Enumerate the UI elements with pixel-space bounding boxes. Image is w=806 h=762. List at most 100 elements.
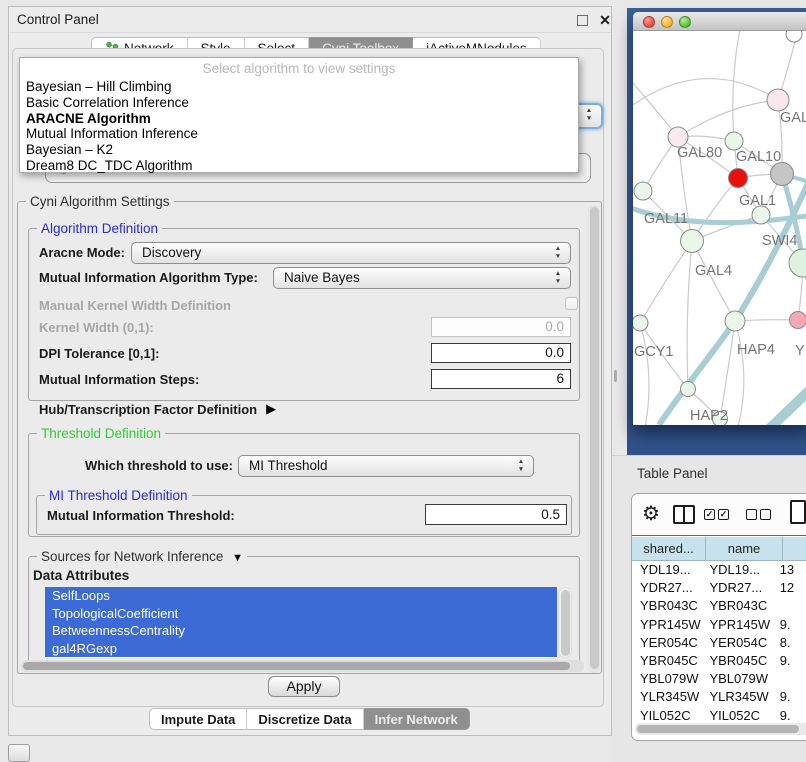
scrollbar-thumb[interactable] [561, 590, 570, 656]
mi-steps-field[interactable]: 6 [431, 369, 571, 389]
attribute-item[interactable]: gal4RGexp [45, 640, 557, 658]
table-row[interactable]: YDL19...YDL19...13 [632, 561, 806, 579]
cyni-bottom-tabs: Impute Data Discretize DataInfer Network [149, 708, 470, 730]
network-node[interactable] [767, 89, 789, 111]
group-title: Cyni Algorithm Settings [26, 194, 174, 209]
dpi-tolerance-field[interactable]: 0.0 [431, 343, 571, 363]
combo-value: Naive Bayes [284, 270, 360, 285]
tab-label: Impute Data [161, 709, 235, 730]
attribute-item[interactable]: TopologicalCoefficient [45, 605, 557, 623]
network-node[interactable] [789, 249, 806, 277]
mac-zoom-icon[interactable] [679, 16, 691, 28]
node-label: SWI4 [762, 233, 797, 249]
data-attributes-label: Data Attributes [33, 568, 129, 583]
network-node[interactable] [725, 311, 745, 331]
network-window-titlebar[interactable] [633, 12, 806, 31]
table-cell: YDL19... [701, 561, 773, 579]
node-table: ⚙ ✓ ✓ shared...nameA YDL19...YDL19...13Y… [631, 493, 806, 741]
algorithm-option[interactable]: Dream8 DC_TDC Algorithm [20, 158, 578, 174]
settings-horizontal-scrollbar[interactable] [21, 660, 584, 672]
group-title: MI Threshold Definition [45, 488, 192, 503]
table-row[interactable]: YBR045CYBR045C9. [632, 652, 806, 670]
table-row[interactable]: YER054CYER054C8. [632, 634, 806, 652]
gear-icon[interactable]: ⚙ [642, 502, 660, 526]
network-node[interactable] [681, 230, 704, 253]
node-label: GAL80 [677, 145, 722, 161]
attributes-list: SelfLoopsTopologicalCoefficientBetweenne… [45, 587, 557, 658]
scrollbar-thumb[interactable] [590, 207, 599, 669]
scrollbar-thumb[interactable] [637, 725, 799, 733]
kernel-width-field[interactable]: 0.0 [431, 317, 571, 337]
table-cell: YBL079W [632, 670, 701, 688]
table-cell: YBR043C [632, 597, 701, 615]
table-row[interactable]: YDR27...YDR27...12 [632, 579, 806, 597]
network-desktop: GALGAL80GAL10GAL1GAL11SWI4GAL4HAP4YGCY1H… [627, 8, 806, 455]
select-all-icon[interactable]: ✓ [718, 509, 729, 520]
mac-minimize-icon[interactable] [661, 16, 673, 28]
new-column-icon[interactable] [790, 500, 806, 524]
dpi-tolerance-label: DPI Tolerance [0,1]: [39, 346, 159, 361]
panel-splitter-handle[interactable] [614, 370, 617, 382]
network-node[interactable] [790, 312, 806, 329]
node-label: GAL [780, 110, 806, 126]
mi-threshold-field[interactable]: 0.5 [425, 504, 567, 525]
table-row[interactable]: YBR043CYBR043C [632, 597, 806, 615]
tab-impute-data[interactable]: Impute Data [149, 708, 247, 730]
mac-close-icon[interactable] [643, 16, 655, 28]
settings-vertical-scrollbar[interactable] [588, 205, 600, 673]
table-horizontal-scrollbar[interactable] [635, 723, 806, 735]
network-node[interactable] [786, 31, 802, 42]
attributes-scrollbar[interactable] [558, 587, 572, 658]
sources-expander[interactable]: Sources for Network Inference ▼ [37, 549, 247, 564]
mi-steps-label: Mutual Information Steps: [39, 372, 199, 387]
network-edge [633, 79, 778, 109]
expand-arrow-icon: ▶ [266, 401, 276, 417]
close-icon[interactable]: ✕ [597, 11, 613, 29]
network-edge [687, 241, 692, 389]
manual-kernel-checkbox[interactable] [565, 297, 578, 310]
table-row[interactable]: YBL079WYBL079W [632, 670, 806, 688]
select-all-icon[interactable]: ✓ [704, 509, 715, 520]
table-cell: YER054C [632, 634, 701, 652]
algorithm-option[interactable]: Basic Correlation Inference [20, 95, 578, 111]
unselect-all-icon[interactable] [760, 509, 771, 520]
which-threshold-combo[interactable]: MI Threshold [238, 455, 534, 477]
algorithm-option[interactable]: Mutual Information Inference [20, 126, 578, 142]
mi-type-combo[interactable]: Naive Bayes [273, 267, 571, 289]
table-cell: 9. [774, 616, 806, 634]
table-cell: 9. [774, 707, 806, 724]
network-canvas[interactable]: GALGAL80GAL10GAL1GAL11SWI4GAL4HAP4YGCY1H… [633, 31, 806, 425]
aracne-mode-combo[interactable]: Discovery [131, 242, 571, 264]
algorithm-option[interactable]: ARACNE Algorithm [20, 111, 578, 127]
tab-infer-network[interactable]: Infer Network [364, 708, 470, 730]
table-cell: 9. [774, 652, 806, 670]
float-panel-icon[interactable] [577, 15, 588, 26]
apply-button[interactable]: Apply [268, 676, 340, 697]
network-node[interactable] [771, 163, 794, 186]
network-node[interactable] [633, 315, 648, 331]
unselect-all-icon[interactable] [746, 509, 757, 520]
attribute-item[interactable]: SelfLoops [45, 587, 557, 605]
attribute-item[interactable]: BetweennessCentrality [45, 622, 557, 640]
show-columns-icon[interactable] [673, 505, 695, 524]
table-row[interactable]: YPR145WYPR145W9. [632, 616, 806, 634]
table-row[interactable]: YIL052CYIL052C9. [632, 707, 806, 724]
network-node[interactable] [668, 127, 688, 147]
column-header[interactable]: name [706, 537, 783, 561]
network-node[interactable] [681, 382, 696, 397]
algorithm-option[interactable]: Bayesian – K2 [20, 142, 578, 158]
scrollbar-thumb[interactable] [23, 662, 570, 670]
tab-discretize-data[interactable]: Discretize Data [247, 708, 363, 730]
combo-value: MI Threshold [249, 458, 328, 473]
algorithm-option[interactable]: Bayesian – Hill Climbing [20, 79, 578, 95]
table-row[interactable]: YLR345WYLR345W9. [632, 688, 806, 706]
network-window[interactable]: GALGAL80GAL10GAL1GAL11SWI4GAL4HAP4YGCY1H… [633, 12, 806, 425]
network-node[interactable] [634, 182, 652, 200]
table-header-row: shared...nameA [632, 537, 806, 561]
column-header[interactable]: A [783, 537, 806, 561]
hub-definition-expander[interactable]: Hub/Transcription Factor Definition ▶ [39, 401, 276, 417]
panel-collapse-button[interactable] [8, 744, 30, 762]
network-node[interactable] [729, 169, 748, 188]
column-header[interactable]: shared... [632, 537, 706, 561]
network-node[interactable] [725, 132, 743, 150]
